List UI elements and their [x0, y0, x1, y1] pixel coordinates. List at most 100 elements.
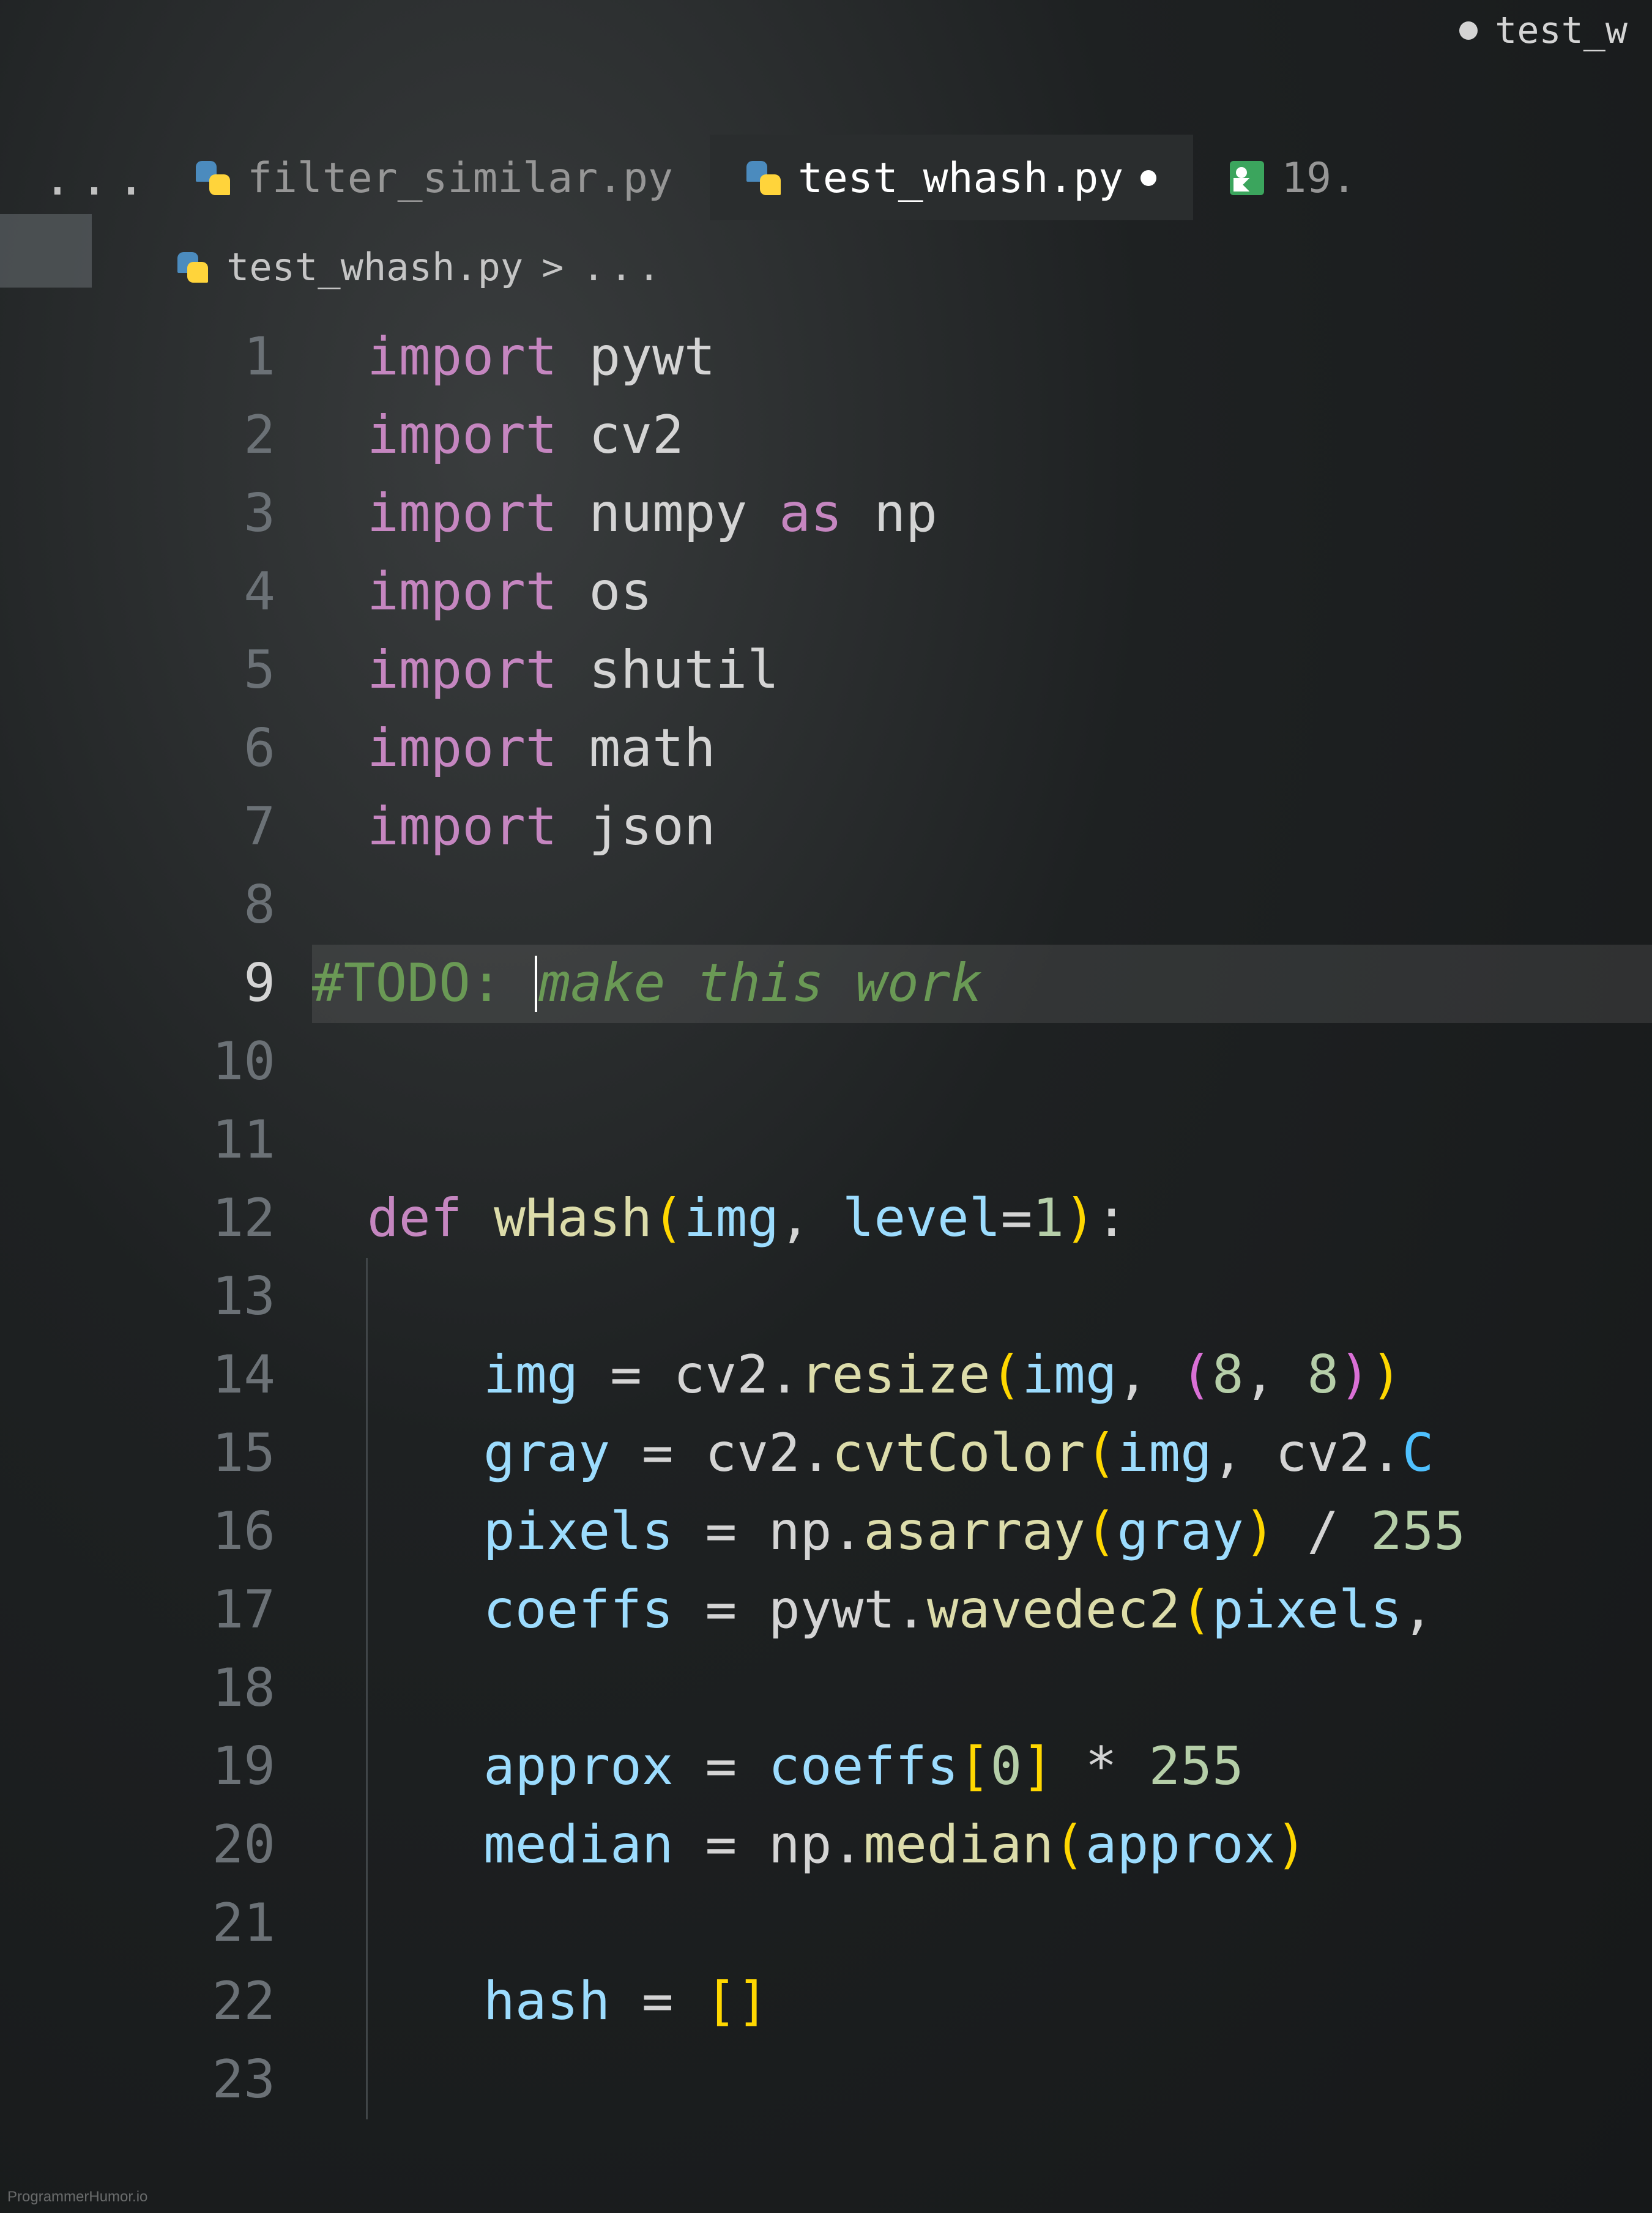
code-token: [: [959, 1728, 991, 1806]
code-token: .: [895, 1571, 927, 1649]
code-token: *: [1054, 1728, 1148, 1806]
vscode-window: test_w ... filter_similar.py test_whash.…: [0, 0, 1652, 2213]
code-token: =: [610, 1963, 705, 2040]
code-token: pixels: [483, 1493, 674, 1571]
code-line[interactable]: [367, 1023, 1652, 1101]
code-area[interactable]: import pywtimport cv2import numpy as npi…: [367, 318, 1652, 2119]
code-line[interactable]: import math: [367, 710, 1652, 788]
line-number: 11: [0, 1101, 275, 1180]
code-line[interactable]: median = np.median(approx): [367, 1806, 1652, 1884]
code-token: gray: [1117, 1493, 1244, 1571]
code-line[interactable]: import numpy as np: [367, 475, 1652, 553]
code-token: =: [674, 1806, 768, 1884]
line-number: 18: [0, 1650, 275, 1728]
tab-image-file[interactable]: 19.: [1193, 135, 1393, 220]
code-token: .: [768, 1336, 800, 1414]
code-token: np: [768, 1493, 832, 1571]
code-token: ]: [1022, 1728, 1054, 1806]
code-token: ): [1244, 1493, 1276, 1571]
code-token: :: [1096, 1180, 1128, 1257]
code-token: cv2: [1275, 1415, 1370, 1492]
code-line[interactable]: [367, 2041, 1652, 2119]
code-token: cv2: [705, 1415, 800, 1492]
code-line[interactable]: approx = coeffs[0] * 255: [367, 1728, 1652, 1806]
code-token: ,: [1402, 1571, 1434, 1649]
code-token: =: [674, 1493, 768, 1571]
code-line[interactable]: img = cv2.resize(img, (8, 8)): [367, 1336, 1652, 1415]
code-line[interactable]: import os: [367, 553, 1652, 631]
code-line[interactable]: #TODO: make this work: [312, 945, 1652, 1023]
code-token: os: [589, 553, 652, 631]
chevron-right-icon: >: [541, 246, 564, 289]
code-line[interactable]: coeffs = pywt.wavedec2(pixels,: [367, 1571, 1652, 1650]
line-number: 3: [0, 475, 275, 553]
code-token: ,: [1212, 1415, 1276, 1492]
code-line[interactable]: import json: [367, 788, 1652, 866]
line-number: 22: [0, 1963, 275, 2041]
code-line[interactable]: pixels = np.asarray(gray) / 255: [367, 1493, 1652, 1571]
code-token: 255: [1148, 1728, 1243, 1806]
code-token: gray: [483, 1415, 610, 1492]
line-number: 1: [0, 318, 275, 396]
tab-label: filter_similar.py: [247, 154, 673, 203]
code-line[interactable]: hash = []: [367, 1963, 1652, 2041]
tab-filter-similar[interactable]: filter_similar.py: [159, 135, 710, 220]
code-token: /: [1275, 1493, 1370, 1571]
code-token: #TODO:: [312, 945, 534, 1022]
code-token: numpy: [589, 475, 747, 552]
code-token: ): [1339, 1336, 1371, 1414]
code-token: ): [1064, 1180, 1096, 1257]
title-bar-dot-icon: [1459, 21, 1478, 40]
line-number: 5: [0, 631, 275, 710]
code-token: import: [367, 318, 589, 396]
code-token: cvtColor: [832, 1415, 1085, 1492]
code-token: (: [1180, 1336, 1212, 1414]
code-line[interactable]: [367, 866, 1652, 945]
tab-overflow-button[interactable]: ...: [37, 135, 159, 220]
code-token: ]: [737, 1963, 768, 2040]
code-token: resize: [800, 1336, 991, 1414]
code-token: C: [1402, 1415, 1434, 1492]
line-number: 12: [0, 1180, 275, 1258]
code-token: wHash: [494, 1180, 652, 1257]
tab-bar: ... filter_similar.py test_whash.py 19.: [0, 135, 1652, 220]
code-token: ,: [1117, 1336, 1181, 1414]
sidebar-fragment: [0, 214, 92, 288]
tab-test-whash[interactable]: test_whash.py: [710, 135, 1193, 220]
code-token: =: [674, 1728, 768, 1806]
code-token: cv2: [589, 396, 683, 474]
code-token: =: [674, 1571, 768, 1649]
code-token: ,: [1244, 1336, 1308, 1414]
code-token: (: [1085, 1415, 1117, 1492]
line-number: 8: [0, 866, 275, 945]
line-gutter: 1234567891011121314151617181920212223: [0, 318, 312, 2119]
code-line[interactable]: def wHash(img, level=1):: [367, 1180, 1652, 1258]
code-token: np: [874, 475, 937, 552]
code-token: [747, 475, 779, 552]
code-token: =: [1001, 1180, 1033, 1257]
code-token: =: [578, 1336, 673, 1414]
breadcrumb[interactable]: test_whash.py > ...: [177, 245, 665, 289]
code-line[interactable]: import cv2: [367, 396, 1652, 475]
code-token: ,: [779, 1180, 843, 1257]
code-line[interactable]: import shutil: [367, 631, 1652, 710]
code-line[interactable]: [367, 1101, 1652, 1180]
image-file-icon: [1230, 161, 1264, 195]
code-token: .: [800, 1415, 832, 1492]
line-number: 15: [0, 1415, 275, 1493]
code-token: =: [610, 1415, 705, 1492]
code-line[interactable]: [367, 1258, 1652, 1336]
code-token: shutil: [589, 631, 779, 709]
code-line[interactable]: import pywt: [367, 318, 1652, 396]
code-token: import: [367, 553, 589, 631]
code-token: coeffs: [483, 1571, 674, 1649]
line-number: 19: [0, 1728, 275, 1806]
code-token: [843, 475, 874, 552]
code-token: ): [1371, 1336, 1402, 1414]
code-token: json: [589, 788, 715, 866]
line-number: 7: [0, 788, 275, 866]
code-line[interactable]: [367, 1884, 1652, 1963]
code-editor[interactable]: 1234567891011121314151617181920212223 im…: [0, 318, 1652, 2213]
code-line[interactable]: [367, 1650, 1652, 1728]
code-line[interactable]: gray = cv2.cvtColor(img, cv2.C: [367, 1415, 1652, 1493]
